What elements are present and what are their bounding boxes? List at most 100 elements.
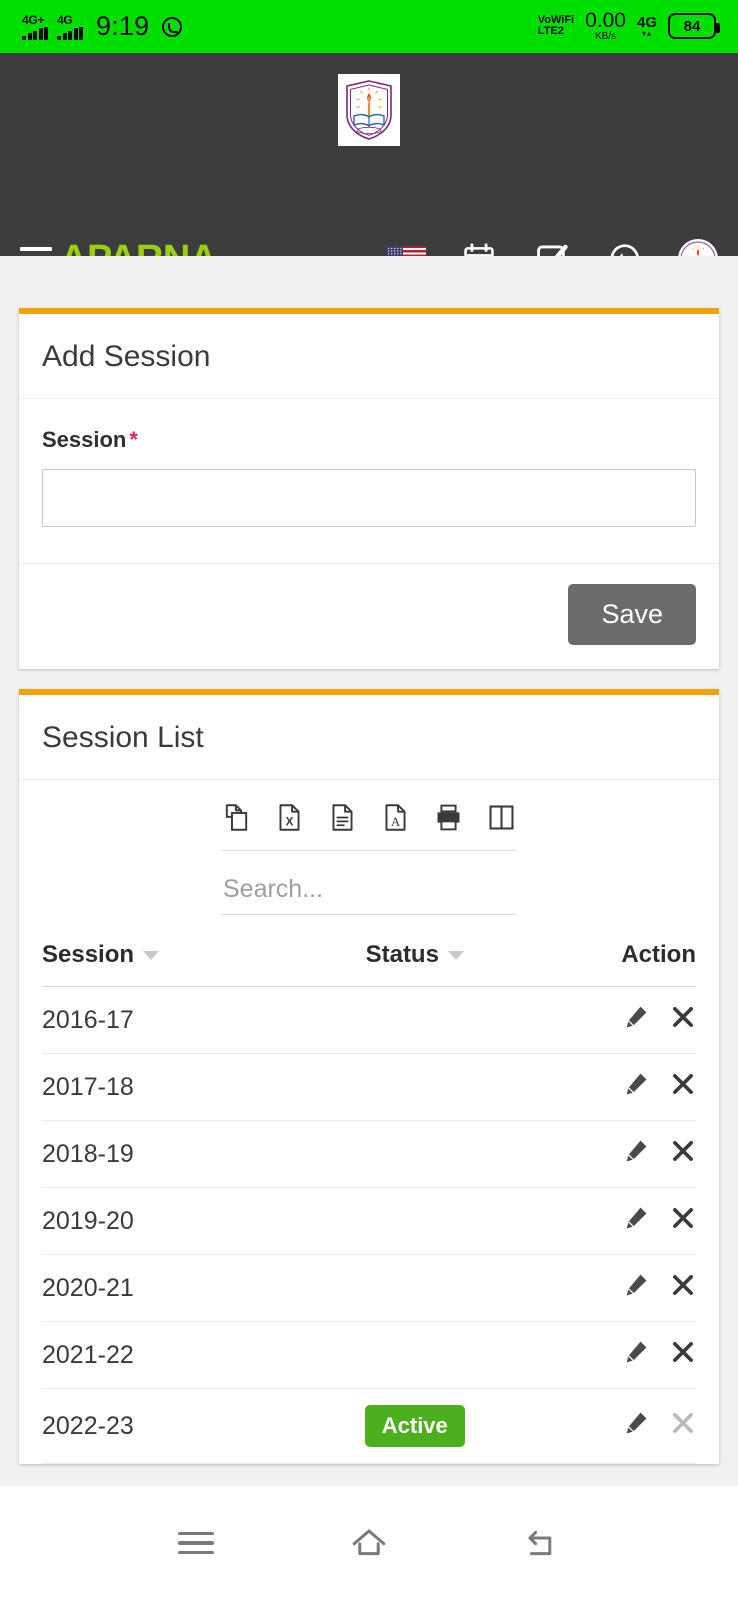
cell-status (303, 1187, 526, 1255)
column-header-session[interactable]: Session (42, 941, 304, 987)
svg-text:X: X (286, 815, 294, 828)
add-session-card-header: Add Session (19, 314, 719, 399)
copy-icon[interactable] (221, 802, 252, 838)
required-marker: * (129, 427, 138, 452)
session-input[interactable] (42, 469, 696, 527)
session-list-card-body: X A Search... Session Status Action 2016… (19, 780, 719, 1464)
network-type-3-indicator: 4G ▾▴ (637, 15, 657, 38)
status-bar-clock: 9:19 (96, 11, 150, 41)
battery-level-label: 84 (683, 17, 701, 35)
volte-line2-label: LTE2 (537, 25, 564, 38)
datatable-export-toolbar: X A (221, 780, 517, 851)
session-table-body: 2016-17 2017-18 2018-19 2019-20 2020-21 2021-… (42, 986, 696, 1464)
add-session-card: Add Session Session * Save (19, 308, 719, 669)
cell-action (525, 986, 696, 1054)
cell-status (303, 1053, 526, 1121)
table-row: 2016-17 (42, 986, 696, 1054)
status-badge: Active (364, 1405, 465, 1447)
edit-pencil-icon[interactable] (623, 1271, 650, 1305)
search-input[interactable] (221, 869, 517, 915)
delete-x-icon[interactable] (670, 1205, 696, 1238)
edit-pencil-icon[interactable] (623, 1003, 650, 1037)
add-session-card-footer: Save (19, 563, 719, 669)
svg-text:A: A (391, 814, 401, 829)
add-session-card-body: Session * (19, 399, 719, 563)
cell-session: 2019-20 (42, 1187, 304, 1255)
cell-session: 2020-21 (42, 1254, 304, 1322)
table-row: 2020-21 (42, 1254, 696, 1322)
cell-status (303, 1321, 526, 1389)
cell-status (303, 1120, 526, 1188)
cell-session: 2017-18 (42, 1053, 304, 1121)
session-list-card-header: Session List (19, 695, 719, 780)
signal-bars-2-icon (57, 26, 83, 40)
session-list-card: Session List X A Search... Session Statu… (19, 689, 719, 1464)
session-table-header-row: Session Status Action (42, 941, 696, 987)
delete-x-icon[interactable] (670, 1071, 696, 1104)
home-icon[interactable] (339, 1513, 399, 1573)
status-bar-right: VoWiFi LTE2 0.00 KB/s 4G ▾▴ 84 (537, 10, 720, 43)
session-field-label: Session * (42, 427, 696, 453)
delete-x-icon[interactable] (670, 1004, 696, 1037)
datatable-search-wrap (221, 851, 517, 915)
cell-action (525, 1254, 696, 1322)
network-type-1-label: 4G+ (22, 12, 45, 27)
phone-screen: 4G+ 4G 9:19 VoWiFi LTE2 0.00 KB/s 4G ▾▴ (0, 0, 738, 1600)
cell-session: 2021-22 (42, 1321, 304, 1389)
sort-caret-icon (447, 951, 464, 961)
column-header-status-label: Status (365, 941, 439, 968)
session-field-label-text: Session (42, 427, 127, 452)
edit-pencil-icon[interactable] (623, 1409, 650, 1443)
column-header-session-label: Session (42, 941, 135, 968)
cell-action (525, 1120, 696, 1188)
excel-export-icon[interactable]: X (274, 802, 305, 838)
app-header: APARNA ... (0, 53, 738, 280)
cell-action (525, 1388, 696, 1464)
edit-pencil-icon[interactable] (623, 1137, 650, 1171)
csv-export-icon[interactable] (327, 802, 358, 838)
status-bar: 4G+ 4G 9:19 VoWiFi LTE2 0.00 KB/s 4G ▾▴ (0, 0, 738, 53)
battery-icon: 84 (668, 13, 720, 40)
delete-x-icon[interactable] (670, 1272, 696, 1305)
cell-action (525, 1053, 696, 1121)
cell-status (303, 986, 526, 1054)
session-table: Session Status Action 2016-17 2017-18 2018… (42, 941, 696, 1464)
edit-pencil-icon[interactable] (623, 1070, 650, 1104)
table-row: 2021-22 (42, 1321, 696, 1389)
volte-indicator: VoWiFi LTE2 (537, 14, 574, 38)
table-row: 2019-20 (42, 1187, 696, 1255)
save-button[interactable]: Save (568, 584, 696, 645)
network-type-3-label: 4G (636, 13, 657, 31)
data-rate-value: 0.00 (585, 9, 626, 33)
column-visibility-icon[interactable] (486, 802, 517, 838)
column-header-action: Action (525, 941, 696, 987)
edit-pencil-icon[interactable] (623, 1338, 650, 1372)
print-icon[interactable] (433, 802, 464, 838)
cell-status: Active (303, 1388, 526, 1464)
session-table-head: Session Status Action (42, 941, 696, 987)
signal-indicator-2: 4G (57, 14, 83, 40)
page-content: Add Session Session* Save Session List (0, 256, 738, 1486)
cell-session: 2016-17 (42, 986, 304, 1054)
table-row: 2017-18 (42, 1053, 696, 1121)
table-row: 2022-23 Active (42, 1388, 696, 1464)
delete-x-icon[interactable] (670, 1138, 696, 1171)
whatsapp-notification-icon (162, 16, 183, 37)
delete-x-icon[interactable] (670, 1339, 696, 1372)
column-header-action-label: Action (621, 941, 696, 968)
column-header-status[interactable]: Status (303, 941, 526, 987)
data-rate-unit: KB/s (594, 31, 617, 43)
data-rate-indicator: 0.00 KB/s (585, 10, 626, 43)
back-icon[interactable] (512, 1513, 572, 1573)
android-navigation-bar (0, 1486, 738, 1600)
pdf-export-icon[interactable]: A (380, 802, 411, 838)
recents-icon[interactable] (166, 1513, 226, 1573)
cell-status (303, 1254, 526, 1322)
data-arrows-icon: ▾▴ (641, 28, 652, 38)
delete-x-icon (670, 1410, 696, 1443)
add-session-title: Add Session (42, 340, 211, 373)
edit-pencil-icon[interactable] (623, 1204, 650, 1238)
signal-indicator-1: 4G+ (22, 14, 48, 40)
cell-action (525, 1321, 696, 1389)
session-list-title: Session List (42, 721, 204, 754)
